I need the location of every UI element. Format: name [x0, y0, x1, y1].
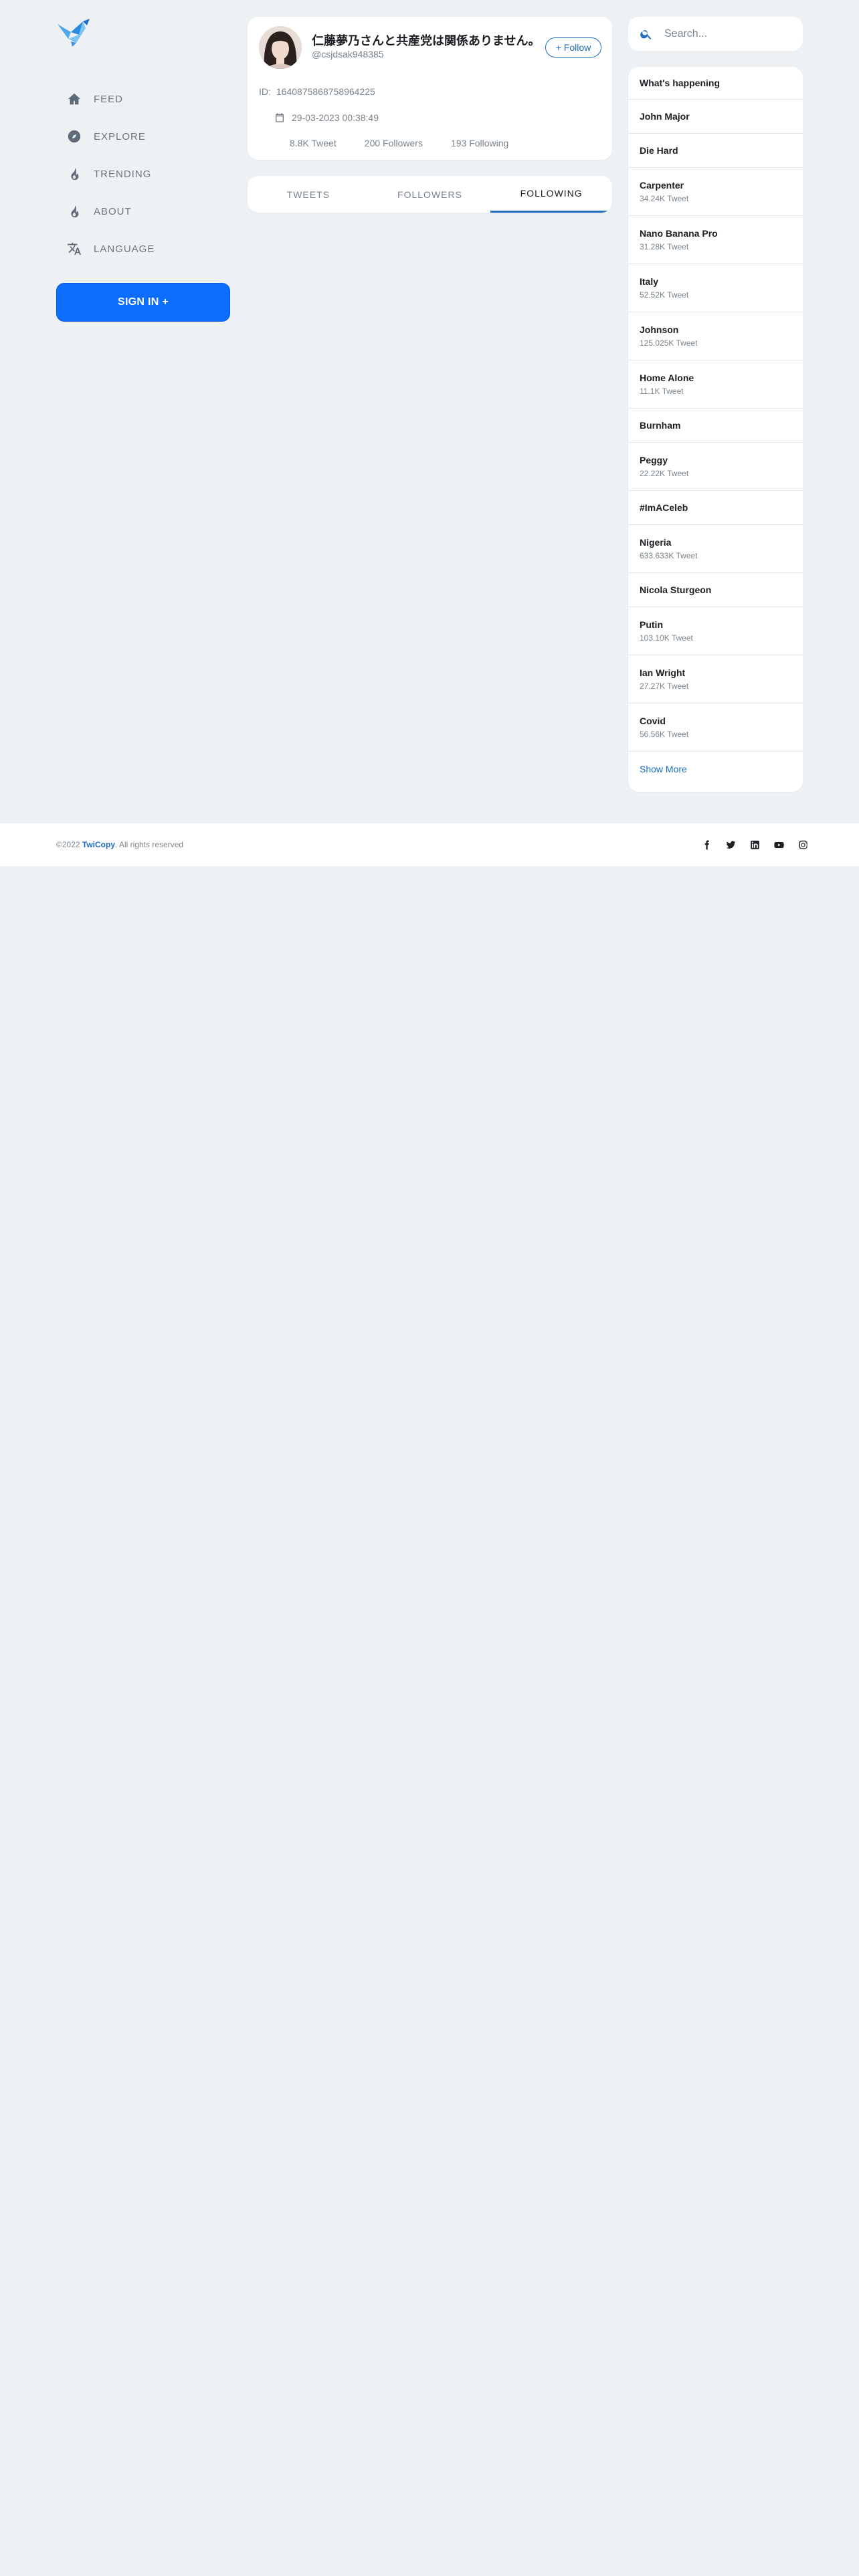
trend-item[interactable]: Burnham: [628, 409, 803, 443]
trends-panel: What's happening John Major Die Hard Car…: [628, 67, 803, 792]
profile-card: 仁藤夢乃さんと共産党は関係ありません。 @csjdsak948385 + Fol…: [248, 17, 612, 160]
trend-count: 22.22K Tweet: [640, 469, 689, 478]
trend-item[interactable]: Nicola Sturgeon: [628, 573, 803, 607]
trend-count: 11.1K Tweet: [640, 387, 684, 396]
trend-title: Burnham: [640, 420, 681, 431]
trend-count: 103.10K Tweet: [640, 633, 693, 643]
nav-item-label: FEED: [94, 93, 124, 105]
stat-tweets: 8.8K Tweet: [290, 138, 337, 148]
nav-item-label: LANGUAGE: [94, 243, 155, 255]
flame-icon: [67, 167, 82, 181]
trend-item[interactable]: Ian Wright 27.27K Tweet: [628, 655, 803, 704]
profile-id-label: ID:: [259, 86, 271, 97]
profile-id-value: 1640875868758964225: [276, 86, 375, 97]
linkedin-icon[interactable]: [748, 838, 761, 851]
avatar[interactable]: [259, 26, 302, 69]
trend-item[interactable]: John Major: [628, 100, 803, 134]
sidebar-nav: FEED EXPLORE TRENDING ABOUT LANGUAGE: [56, 80, 230, 267]
trend-item[interactable]: Covid 56.56K Tweet: [628, 704, 803, 752]
sign-in-button[interactable]: SIGN IN +: [56, 283, 230, 322]
nav-item-trending[interactable]: TRENDING: [56, 155, 230, 193]
home-icon: [67, 92, 82, 106]
nav-item-explore[interactable]: EXPLORE: [56, 118, 230, 155]
twitter-icon[interactable]: [724, 838, 737, 851]
social-links: [689, 838, 809, 851]
trend-count: 56.56K Tweet: [640, 730, 689, 739]
trends-heading: What's happening: [628, 67, 803, 100]
trend-title: Covid: [640, 716, 666, 726]
facebook-icon[interactable]: [700, 838, 713, 851]
trend-count: 633.633K Tweet: [640, 551, 698, 560]
nav-item-label: EXPLORE: [94, 130, 146, 142]
flame-icon: [67, 204, 82, 219]
show-more-link[interactable]: Show More: [628, 752, 803, 786]
compass-icon: [67, 129, 82, 144]
tab-tweets[interactable]: TWEETS: [248, 176, 369, 213]
search-input[interactable]: [663, 27, 793, 41]
trend-title: John Major: [640, 111, 690, 122]
trend-title: Nigeria: [640, 537, 672, 548]
trend-title: Home Alone: [640, 372, 694, 383]
search-box: [628, 17, 803, 51]
trend-title: Italy: [640, 276, 659, 287]
bird-logo-icon: [58, 19, 90, 47]
footer: ©2022 TwiCopy. All rights reserved: [0, 823, 859, 866]
copyright-text: . All rights reserved: [115, 840, 184, 849]
trend-title: Ian Wright: [640, 667, 686, 678]
logo[interactable]: [56, 19, 91, 47]
trend-item[interactable]: #ImACeleb: [628, 491, 803, 525]
trend-title: Johnson: [640, 324, 679, 335]
trend-item[interactable]: Carpenter 34.24K Tweet: [628, 168, 803, 216]
calendar-icon: [276, 113, 284, 122]
footer-brand-link[interactable]: TwiCopy: [82, 840, 115, 849]
search-icon[interactable]: [640, 27, 653, 41]
trend-count: 31.28K Tweet: [640, 242, 689, 251]
trend-item[interactable]: Putin 103.10K Tweet: [628, 607, 803, 655]
trend-title: Die Hard: [640, 145, 678, 156]
profile-id: ID: 1640875868758964225: [259, 86, 381, 97]
profile-name: 仁藤夢乃さんと共産党は関係ありません。: [312, 34, 541, 47]
trend-count: 125.025K Tweet: [640, 338, 698, 348]
trend-item[interactable]: Nigeria 633.633K Tweet: [628, 525, 803, 573]
nav-item-language[interactable]: LANGUAGE: [56, 230, 230, 267]
profile-joined: 29-03-2023 00:38:49: [274, 112, 379, 123]
follow-button[interactable]: + Follow: [545, 37, 601, 58]
tab-following[interactable]: FOLLOWING: [490, 176, 612, 213]
trend-item[interactable]: Die Hard: [628, 134, 803, 168]
trend-title: Nicola Sturgeon: [640, 584, 712, 595]
nav-item-label: ABOUT: [94, 205, 132, 217]
profile-stats: 8.8K Tweet 200 Followers 193 Following: [290, 138, 537, 148]
copyright: ©2022 TwiCopy. All rights reserved: [56, 840, 183, 849]
stat-followers: 200 Followers: [364, 138, 423, 148]
trend-item[interactable]: Italy 52.52K Tweet: [628, 264, 803, 312]
nav-item-about[interactable]: ABOUT: [56, 193, 230, 230]
profile-joined-date: 29-03-2023 00:38:49: [292, 112, 379, 123]
stat-following: 193 Following: [450, 138, 509, 148]
trend-item[interactable]: Home Alone 11.1K Tweet: [628, 360, 803, 409]
copyright-year: ©2022: [56, 840, 80, 849]
nav-item-feed[interactable]: FEED: [56, 80, 230, 118]
trend-count: 52.52K Tweet: [640, 290, 689, 300]
profile-handle: @csjdsak948385: [312, 49, 384, 60]
translate-icon: [67, 241, 82, 256]
trend-title: Putin: [640, 619, 663, 630]
trend-title: Carpenter: [640, 180, 684, 191]
trend-title: Peggy: [640, 455, 668, 465]
trend-count: 34.24K Tweet: [640, 194, 689, 203]
nav-item-label: TRENDING: [94, 168, 152, 180]
trend-count: 27.27K Tweet: [640, 681, 689, 691]
trend-item[interactable]: Johnson 125.025K Tweet: [628, 312, 803, 360]
trend-title: Nano Banana Pro: [640, 228, 718, 239]
instagram-icon[interactable]: [796, 838, 809, 851]
profile-tabs: TWEETS FOLLOWERS FOLLOWING: [248, 176, 612, 213]
youtube-icon[interactable]: [772, 838, 785, 851]
trend-item[interactable]: Nano Banana Pro 31.28K Tweet: [628, 216, 803, 264]
trend-title: #ImACeleb: [640, 502, 688, 513]
trend-item[interactable]: Peggy 22.22K Tweet: [628, 443, 803, 491]
tab-followers[interactable]: FOLLOWERS: [369, 176, 491, 213]
